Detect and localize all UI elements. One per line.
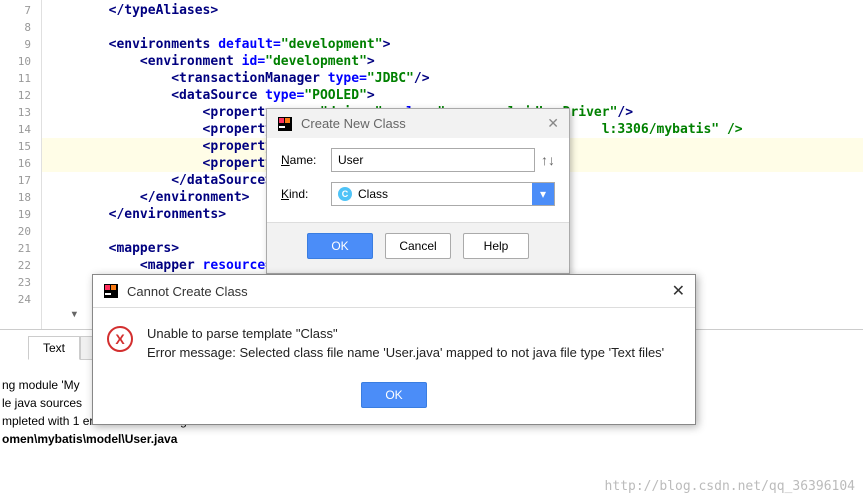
dropdown-button[interactable]: ▾ (532, 183, 554, 205)
line-number: 24 (0, 291, 41, 308)
line-number: 14 (0, 121, 41, 138)
chevron-down-icon: ▾ (540, 187, 546, 201)
message-line: omen\mybatis\model\User.java (0, 430, 863, 448)
name-input[interactable] (331, 148, 535, 172)
line-number: 9 (0, 36, 41, 53)
dialog-title: Cannot Create Class (127, 284, 672, 299)
close-icon[interactable]: ✕ (547, 115, 559, 132)
kind-value: Class (358, 187, 388, 201)
help-button[interactable]: Help (463, 233, 529, 259)
watermark-text: http://blog.csdn.net/qq_36396104 (605, 479, 855, 494)
name-label: Name: (281, 153, 331, 167)
line-number: 10 (0, 53, 41, 70)
tab-text[interactable]: Text (28, 336, 80, 360)
error-dialog: Cannot Create Class ✕ X Unable to parse … (92, 274, 696, 425)
error-line2: Error message: Selected class file name … (147, 343, 664, 362)
line-number: 22 (0, 257, 41, 274)
ok-button[interactable]: OK (361, 382, 427, 408)
line-number: 8 (0, 19, 41, 36)
error-line1: Unable to parse template "Class" (147, 324, 664, 343)
intellij-icon (277, 116, 293, 132)
sort-icon[interactable]: ↑↓ (541, 152, 555, 168)
error-icon: X (107, 326, 133, 352)
line-number: 20 (0, 223, 41, 240)
intellij-icon (103, 283, 119, 299)
error-message: Unable to parse template "Class" Error m… (147, 324, 664, 362)
line-number: 18 (0, 189, 41, 206)
dialog-title: Create New Class (301, 116, 547, 131)
line-number: 23 (0, 274, 41, 291)
line-number: 13 (0, 104, 41, 121)
ok-button[interactable]: OK (307, 233, 373, 259)
fold-caret-icon[interactable]: ▸ (68, 312, 81, 318)
xml-tag: </typeAliases> (109, 3, 219, 18)
line-number: 17 (0, 172, 41, 189)
line-number: 21 (0, 240, 41, 257)
class-badge-icon: C (338, 187, 352, 201)
line-number: 16 (0, 155, 41, 172)
kind-select[interactable]: C Class ▾ (331, 182, 555, 206)
dialog-titlebar[interactable]: Create New Class ✕ (267, 109, 569, 138)
line-number: 19 (0, 206, 41, 223)
cancel-button[interactable]: Cancel (385, 233, 451, 259)
create-class-dialog: Create New Class ✕ Name: ↑↓ Kind: C Clas… (266, 108, 570, 274)
line-number: 15 (0, 138, 41, 155)
line-number: 12 (0, 87, 41, 104)
close-icon[interactable]: ✕ (672, 281, 685, 301)
line-number: 7 (0, 2, 41, 19)
line-gutter: 7 8 9 10 11 12 13 14 15 16 17 18 19 20 2… (0, 0, 42, 329)
line-number: 11 (0, 70, 41, 87)
dialog-titlebar[interactable]: Cannot Create Class ✕ (93, 275, 695, 308)
kind-label: Kind: (281, 187, 331, 201)
